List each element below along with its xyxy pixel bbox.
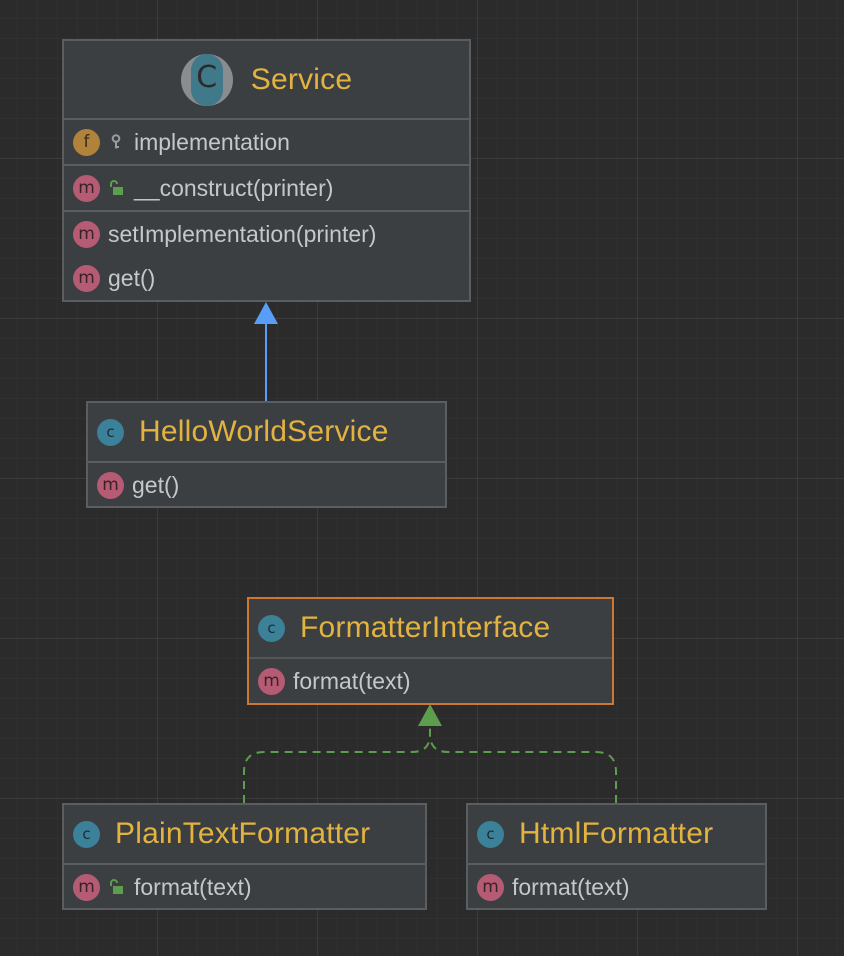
methods-section: m setImplementation(printer) m get() xyxy=(64,212,469,300)
field-label: implementation xyxy=(134,128,290,155)
methods-section: m get() xyxy=(88,463,445,507)
class-icon: C xyxy=(180,53,233,106)
method-label: format(text) xyxy=(293,667,411,694)
field-icon: f xyxy=(73,128,100,156)
class-icon: c xyxy=(73,820,100,848)
method-row[interactable]: m format(text) xyxy=(468,865,765,909)
field-row[interactable]: f implementation xyxy=(64,120,469,164)
fields-section: f implementation xyxy=(64,120,469,166)
implements-arrowhead xyxy=(418,704,442,726)
class-icon: c xyxy=(97,418,124,446)
method-row[interactable]: m format(text) xyxy=(249,659,612,703)
method-label: get() xyxy=(132,471,180,498)
class-name: HelloWorldService xyxy=(139,415,389,448)
method-icon: m xyxy=(258,667,285,695)
method-label: __construct(printer) xyxy=(134,174,334,201)
method-row[interactable]: m get() xyxy=(88,463,445,507)
class-hello-world-service[interactable]: c HelloWorldService m get() xyxy=(86,401,447,508)
method-row[interactable]: m get() xyxy=(64,256,469,300)
methods-section: m format(text) xyxy=(64,865,425,909)
class-header: c HelloWorldService xyxy=(88,403,445,463)
method-row[interactable]: m __construct(printer) xyxy=(64,166,469,210)
method-label: setImplementation(printer) xyxy=(108,220,377,247)
class-formatter-interface[interactable]: c FormatterInterface m format(text) xyxy=(247,597,614,705)
method-label: format(text) xyxy=(134,873,252,900)
method-icon: m xyxy=(477,873,504,901)
method-icon: m xyxy=(73,174,100,202)
implements-arrow[interactable] xyxy=(243,726,617,803)
class-header: c FormatterInterface xyxy=(249,599,612,659)
method-label: get() xyxy=(108,264,156,291)
class-name: Service xyxy=(250,62,353,96)
class-icon: c xyxy=(258,614,285,642)
class-name: PlainTextFormatter xyxy=(115,817,371,850)
method-icon: m xyxy=(73,264,100,292)
public-lock-icon xyxy=(108,879,124,895)
class-name: FormatterInterface xyxy=(300,611,551,644)
class-icon: c xyxy=(477,820,504,848)
constructors-section: m __construct(printer) xyxy=(64,166,469,212)
method-icon: m xyxy=(73,220,100,248)
method-icon: m xyxy=(97,471,124,499)
public-lock-icon xyxy=(108,180,124,196)
class-plain-text-formatter[interactable]: c PlainTextFormatter m format(text) xyxy=(62,803,427,910)
class-html-formatter[interactable]: c HtmlFormatter m format(text) xyxy=(466,803,767,910)
class-name: HtmlFormatter xyxy=(519,817,714,850)
extends-arrow[interactable] xyxy=(254,302,278,402)
class-header: C Service xyxy=(64,41,469,120)
class-header: c HtmlFormatter xyxy=(468,805,765,865)
class-header: c PlainTextFormatter xyxy=(64,805,425,865)
methods-section: m format(text) xyxy=(249,659,612,703)
method-label: format(text) xyxy=(512,873,630,900)
methods-section: m format(text) xyxy=(468,865,765,909)
method-row[interactable]: m setImplementation(printer) xyxy=(64,212,469,256)
private-key-icon xyxy=(108,134,124,150)
method-icon: m xyxy=(73,873,100,901)
method-row[interactable]: m format(text) xyxy=(64,865,425,909)
class-service[interactable]: C Service f implementation m __construct… xyxy=(62,39,471,302)
